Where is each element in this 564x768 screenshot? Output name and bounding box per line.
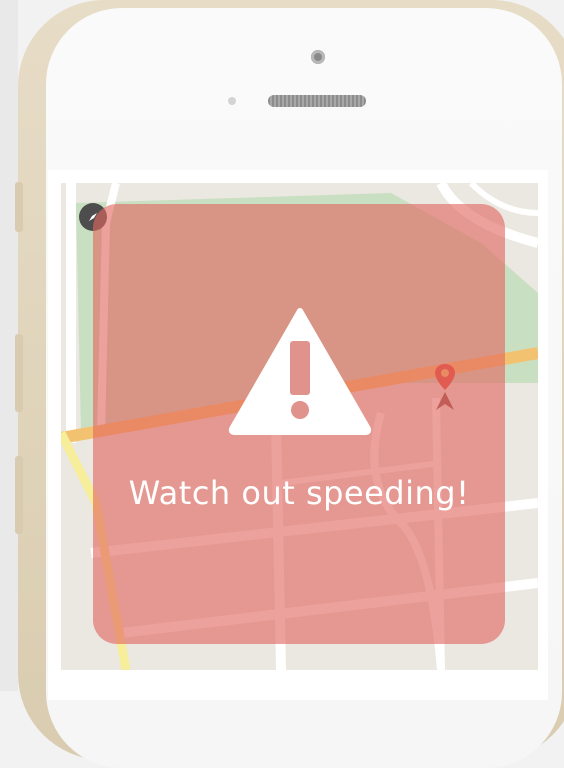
alert-message: Watch out speeding! xyxy=(128,474,470,512)
proximity-sensor xyxy=(228,97,236,105)
mute-switch xyxy=(15,182,23,232)
warning-triangle-icon xyxy=(228,307,372,435)
front-camera xyxy=(311,50,325,64)
volume-down-button xyxy=(15,456,23,534)
earpiece-speaker xyxy=(268,95,366,107)
volume-up-button xyxy=(15,334,23,412)
